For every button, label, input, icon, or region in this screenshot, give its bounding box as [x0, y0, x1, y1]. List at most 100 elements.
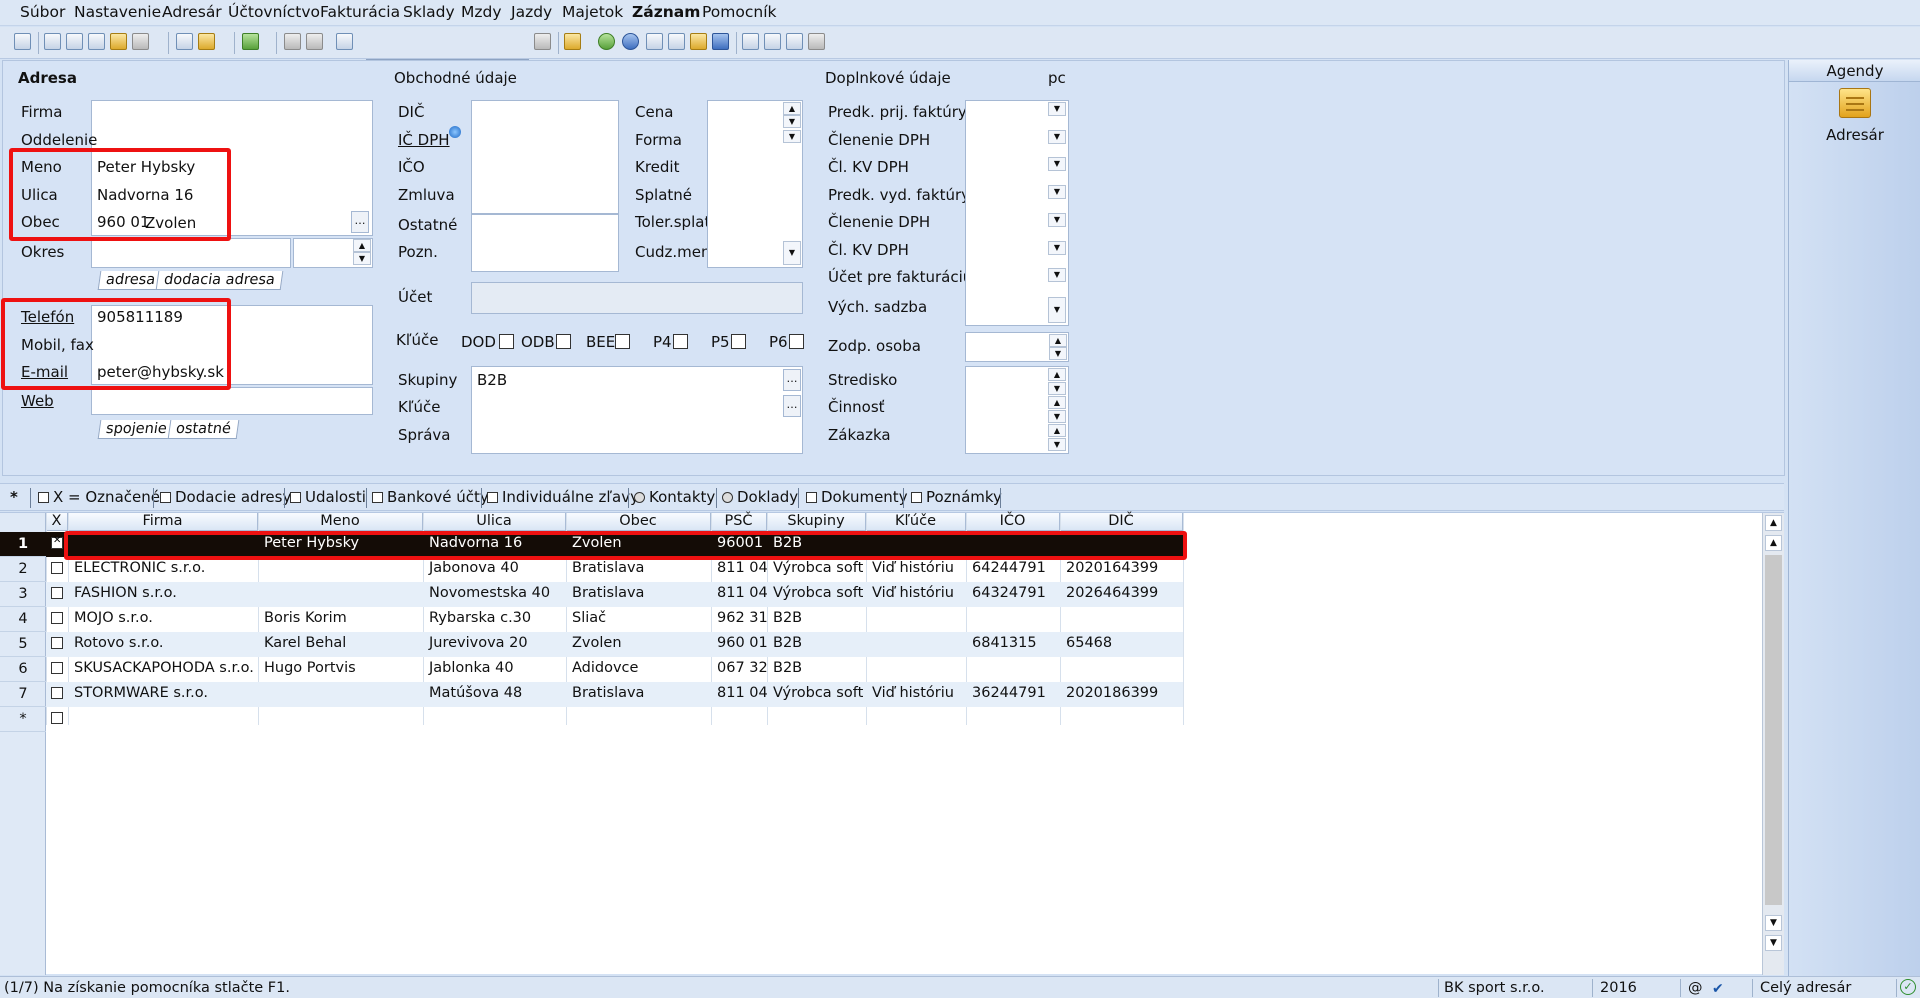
tab-bankove-ucty[interactable]: Bankové účty [372, 488, 489, 506]
key-p5-checkbox[interactable] [731, 334, 746, 349]
cell-ulica[interactable]: Novomestska 40 [429, 585, 550, 601]
cell-meno[interactable]: Boris Korim [264, 610, 347, 626]
spin-down-icon[interactable]: ▼ [783, 130, 801, 143]
row-select-checkbox[interactable] [51, 712, 63, 724]
tab-ostatne[interactable]: ostatné [167, 420, 240, 439]
table-row[interactable]: STORMWARE s.r.o. Matúšova 48 Bratislava 811… [46, 682, 1183, 707]
cell-kluce[interactable]: Viď históriu [872, 585, 954, 601]
row-number[interactable]: 2 [0, 557, 46, 582]
cell-firma[interactable]: Rotovo s.r.o. [74, 635, 164, 651]
cell-skupiny[interactable]: Výrobca soft [773, 560, 863, 576]
tab-spojenie[interactable]: spojenie [97, 420, 176, 439]
web-field[interactable] [91, 387, 373, 415]
cell-firma[interactable]: ELECTRONIC s.r.o. [74, 560, 205, 576]
cell-firma[interactable]: STORMWARE s.r.o. [74, 685, 208, 701]
print-dropdown-icon[interactable] [132, 33, 149, 50]
cell-ico[interactable]: 64324791 [972, 585, 1046, 601]
tab-individualne-zlavy[interactable]: Individuálne zľavy [487, 488, 639, 506]
spin-down-icon[interactable]: ▼ [1049, 347, 1067, 360]
web-label[interactable]: Web [21, 392, 54, 410]
folder-icon[interactable] [564, 33, 581, 50]
ic-dph-label[interactable]: IČ DPH [398, 131, 450, 149]
cell-ulica[interactable]: Matúšova 48 [429, 685, 522, 701]
cell-skupiny[interactable]: Výrobca soft [773, 685, 863, 701]
obec-lookup-button[interactable]: … [351, 211, 369, 233]
cell-obec[interactable]: Bratislava [572, 685, 644, 701]
sidebar-item-adresar[interactable]: Adresár [1789, 126, 1920, 144]
menu-pomocnik[interactable]: Pomocník [702, 3, 777, 21]
window-icon[interactable] [786, 33, 803, 50]
cell-meno[interactable]: Karel Behal [264, 635, 346, 651]
web-icon[interactable] [622, 33, 639, 50]
cell-ico[interactable]: 36244791 [972, 685, 1046, 701]
cell-dic[interactable]: 65468 [1066, 635, 1112, 651]
column-header-6[interactable]: PSČ [711, 513, 767, 531]
cell-ico[interactable]: 6841315 [972, 635, 1037, 651]
okres-field[interactable] [91, 238, 291, 268]
tab-udalosti[interactable]: Udalosti [290, 488, 366, 506]
address-book-icon[interactable] [1839, 88, 1871, 118]
cell-psc[interactable]: 811 04 [717, 560, 768, 576]
table-row[interactable]: FASHION s.r.o. Novomestska 40 Bratislava 81… [46, 582, 1183, 607]
cell-obec[interactable]: Zvolen [572, 635, 622, 651]
key-odb-checkbox[interactable] [556, 334, 571, 349]
dropdown-arrow-icon[interactable]: ▼ [1048, 185, 1066, 200]
new-record-icon[interactable] [176, 33, 193, 50]
new-table-row[interactable] [46, 707, 1183, 732]
chevron-down-icon[interactable]: ▼ [1048, 297, 1066, 323]
people-icon[interactable] [690, 33, 707, 50]
cell-meno[interactable]: Hugo Portvis [264, 660, 356, 676]
spin-down-icon[interactable]: ▼ [1048, 438, 1066, 451]
menu-jazdy[interactable]: Jazdy [511, 3, 552, 21]
tab-all[interactable]: * [10, 488, 18, 506]
dropdown-arrow-icon[interactable]: ▼ [1048, 268, 1066, 283]
cell-psc[interactable]: 962 31 [717, 610, 768, 626]
column-header-4[interactable]: Ulica [423, 513, 566, 531]
column-header-7[interactable]: Skupiny [767, 513, 866, 531]
row-select-checkbox[interactable] [51, 637, 63, 649]
dropdown-arrow-icon[interactable]: ▼ [1048, 129, 1066, 144]
cell-obec[interactable]: Bratislava [572, 585, 644, 601]
status-at-icon[interactable]: @ [1688, 980, 1703, 996]
save-icon[interactable] [284, 33, 301, 50]
spin-down-icon[interactable]: ▼ [1048, 382, 1066, 395]
print-icon[interactable] [66, 33, 83, 50]
spin-up-icon[interactable]: ▲ [1048, 396, 1066, 409]
dropdown-arrow-icon[interactable]: ▼ [1048, 102, 1066, 116]
column-header-3[interactable]: Meno [258, 513, 423, 531]
cell-firma[interactable]: SKUSACKAPOHODA s.r.o. [74, 660, 254, 676]
column-header-2[interactable]: Firma [68, 513, 258, 531]
forma-spin[interactable]: ▼ [783, 130, 801, 144]
column-header-9[interactable]: IČO [966, 513, 1060, 531]
row-number[interactable]: 5 [0, 632, 46, 657]
copy-icon[interactable] [336, 33, 353, 50]
menu-zaznam[interactable]: Záznam [632, 3, 700, 21]
menu-uctovnictvo[interactable]: Účtovníctvo [228, 3, 320, 21]
cell-ulica[interactable]: Jablonka 40 [429, 660, 514, 676]
new-row-marker[interactable]: * [0, 707, 46, 732]
menu-fakturacia[interactable]: Fakturácia [320, 3, 400, 21]
column-header-1[interactable]: X [46, 513, 68, 531]
row-number[interactable]: 6 [0, 657, 46, 682]
key-dod-checkbox[interactable] [499, 334, 514, 349]
kluce-lookup-button[interactable]: … [783, 395, 801, 417]
tab-dokumenty[interactable]: Dokumenty [806, 488, 908, 506]
cell-obec[interactable]: Adidovce [572, 660, 638, 676]
column-header-8[interactable]: Kľúče [866, 513, 966, 531]
tab-poznamky[interactable]: Poznámky [911, 488, 1002, 506]
tab-kontakty[interactable]: Kontakty [634, 488, 715, 506]
column-header-5[interactable]: Obec [566, 513, 711, 531]
cell-dic[interactable]: 2020186399 [1066, 685, 1158, 701]
spin-down-icon[interactable]: ▼ [783, 115, 801, 128]
back-arrow-icon[interactable] [242, 33, 259, 50]
spin-down-icon[interactable]: ▼ [1048, 410, 1066, 423]
row-select-checkbox[interactable] [51, 562, 63, 574]
refresh-icon[interactable] [598, 33, 615, 50]
tools-icon[interactable] [808, 33, 825, 50]
calculator-icon[interactable] [646, 33, 663, 50]
skupiny-lookup-button[interactable]: … [783, 369, 801, 391]
cell-skupiny[interactable]: Výrobca soft [773, 585, 863, 601]
open-agenda-icon[interactable] [14, 33, 31, 50]
spin-up-icon[interactable]: ▲ [1048, 368, 1066, 381]
cell-psc[interactable]: 067 32 [717, 660, 768, 676]
